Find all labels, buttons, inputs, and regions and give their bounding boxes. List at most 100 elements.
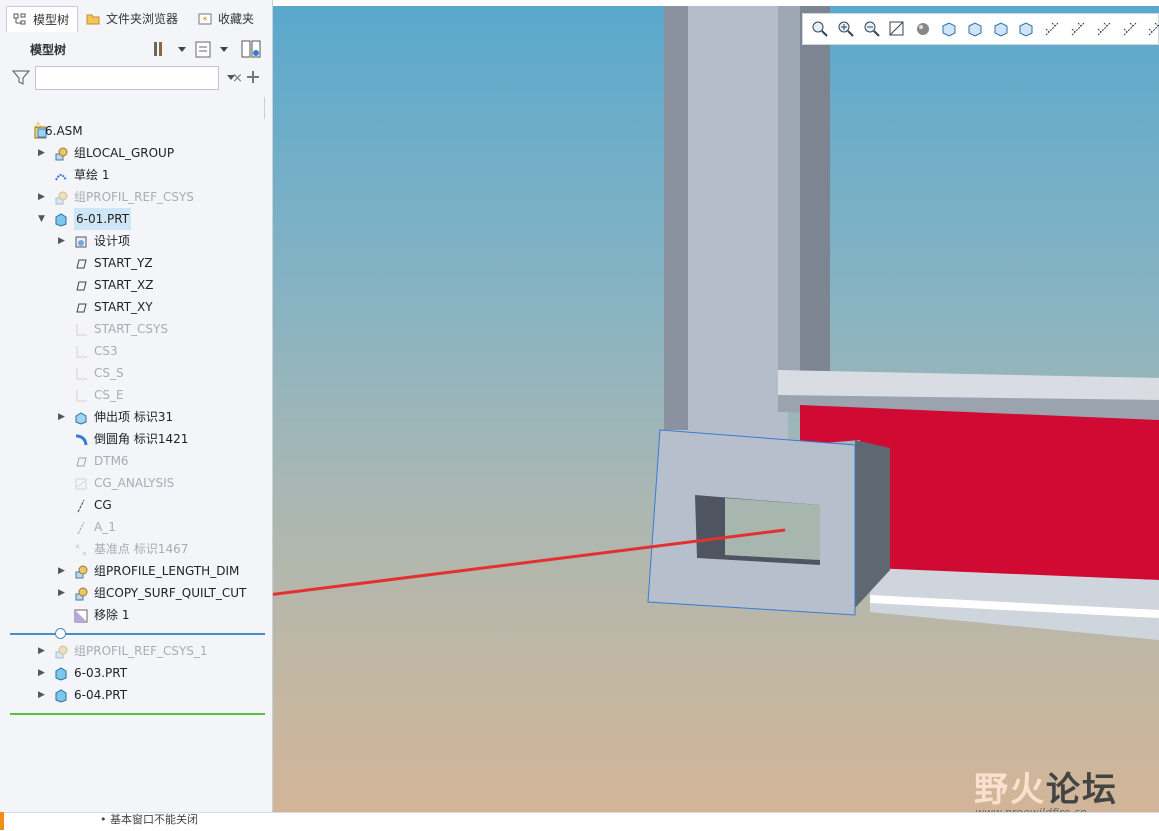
refit-icon[interactable] [811, 20, 829, 38]
repaint-icon[interactable] [888, 20, 906, 38]
tree-row[interactable]: ⚠ 6.ASM [0, 120, 265, 142]
tree-item-label: CS3 [94, 344, 118, 358]
annotation-display-icon[interactable] [1069, 20, 1087, 38]
graphics-viewport[interactable] [273, 6, 1159, 812]
search-input[interactable]: × [35, 66, 243, 90]
filter-icon[interactable] [12, 70, 30, 86]
tree-item-label: 设计项 [94, 234, 131, 248]
tree-row[interactable]: CS_E [0, 384, 265, 406]
design-item-icon [74, 234, 88, 248]
tree-item-label: 6-01.PRT [74, 208, 132, 230]
tree-row[interactable]: ▶ 伸出项 标识31 [0, 406, 265, 428]
search-dropdown-icon[interactable] [226, 74, 236, 82]
expand-toggle-icon[interactable]: ▶ [58, 582, 68, 604]
tree-item-label: START_XZ [94, 278, 154, 292]
tree-row[interactable]: 倒圆角 标识1421 [0, 428, 265, 450]
tree-item-label: CG_ANALYSIS [94, 476, 175, 490]
svg-text:*: * [203, 16, 208, 26]
tree-item-label: A_1 [94, 520, 116, 534]
expand-toggle-icon[interactable]: ▶ [58, 406, 68, 428]
datum-plane-icon [74, 278, 88, 292]
rect-hole-back [725, 498, 820, 560]
coordinate-system-icon [74, 344, 88, 358]
tree-row[interactable]: CS3 [0, 340, 265, 362]
tree-row[interactable]: ▶ 组PROFILE_LENGTH_DIM [0, 560, 265, 582]
spin-center-icon[interactable] [1095, 20, 1113, 38]
inner-post-shadow [800, 6, 830, 380]
coordinate-system-icon [74, 388, 88, 402]
expand-toggle-icon[interactable]: ▶ [58, 560, 68, 582]
tree-row[interactable]: START_XY [0, 296, 265, 318]
model-3d-view [273, 6, 1159, 640]
tree-row[interactable]: CG [0, 494, 265, 516]
plane-display-icon[interactable] [1121, 20, 1139, 38]
vertical-post-side [664, 6, 688, 430]
show-options-button[interactable] [194, 39, 230, 59]
expand-toggle-icon[interactable]: ▶ [38, 186, 48, 208]
zoom-out-icon[interactable] [863, 20, 881, 38]
expand-toggle-icon[interactable]: ▶ [58, 230, 68, 252]
tree-item-label: 基准点 标识1467 [94, 542, 189, 556]
tree-row[interactable]: ▼ 6-01.PRT [0, 208, 265, 230]
display-style-icon[interactable] [940, 20, 958, 38]
analysis-icon [74, 476, 88, 490]
tree-item-label: 组PROFILE_LENGTH_DIM [94, 564, 240, 578]
expand-toggle-icon[interactable]: ▶ [38, 684, 48, 706]
tree-row[interactable]: 移除 1 [0, 604, 265, 626]
tree-item-label: 草绘 1 [74, 168, 110, 182]
tree-item-label: 组COPY_SURF_QUILT_CUT [94, 586, 247, 600]
tree-row[interactable]: ▶ 设计项 [0, 230, 265, 252]
more-icon[interactable] [1146, 20, 1159, 38]
settings-tools-button[interactable] [152, 39, 188, 59]
tree-filter-columns-button[interactable] [240, 39, 264, 59]
tab-folder-browser[interactable]: 文件夹浏览器 [80, 6, 190, 32]
tree-row[interactable]: START_YZ [0, 252, 265, 274]
tree-item-label: START_CSYS [94, 322, 168, 336]
group-icon [54, 190, 68, 205]
tab-model-tree[interactable]: 模型树 [6, 6, 78, 32]
add-filter-icon[interactable] [246, 70, 260, 84]
tree-row[interactable]: ▶ 6-03.PRT [0, 662, 265, 684]
tab-favorites[interactable]: * 收藏夹 [192, 6, 264, 32]
coordinate-system-icon [74, 322, 88, 336]
view-manager-icon[interactable] [992, 20, 1010, 38]
tree-row[interactable]: ▶ 组LOCAL_GROUP [0, 142, 265, 164]
tree-item-label: START_YZ [94, 256, 153, 270]
expand-toggle-icon[interactable]: ▶ [38, 640, 48, 662]
expand-toggle-icon[interactable]: ▶ [38, 662, 48, 684]
tree-row[interactable]: DTM6 [0, 450, 265, 472]
tree-row[interactable]: ▶ 组COPY_SURF_QUILT_CUT [0, 582, 265, 604]
tree-row[interactable]: 基准点 标识1467 [0, 538, 265, 560]
divider [264, 97, 265, 119]
collapse-toggle-icon[interactable]: ▼ [38, 208, 48, 230]
tree-item-label: CS_E [94, 388, 124, 402]
tree-row[interactable]: CG_ANALYSIS [0, 472, 265, 494]
status-message-text: 基本窗口不能关闭 [110, 813, 198, 826]
tree-row[interactable]: CS_S [0, 362, 265, 384]
insert-here-handle[interactable] [55, 628, 66, 639]
model-tree-icon [13, 13, 26, 25]
expand-toggle-icon[interactable]: ▶ [38, 142, 48, 164]
insert-here-line[interactable] [10, 633, 265, 635]
tree-row[interactable]: 草绘 1 [0, 164, 265, 186]
tree-row[interactable]: START_CSYS [0, 318, 265, 340]
tree-item-label: 倒圆角 标识1421 [94, 432, 189, 446]
tree-row[interactable]: A_1 [0, 516, 265, 538]
group-icon [74, 586, 88, 601]
tree-item-label: 6.ASM [45, 124, 83, 138]
warning-badge-icon: ⚠ [34, 121, 43, 131]
perspective-icon[interactable] [914, 20, 932, 38]
datum-axis-icon [74, 498, 88, 513]
datum-axis-icon [74, 520, 88, 535]
tree-row[interactable]: START_XZ [0, 274, 265, 296]
group-icon [54, 644, 68, 659]
zoom-in-icon[interactable] [837, 20, 855, 38]
datum-display-icon[interactable] [1043, 20, 1061, 38]
tree-row[interactable]: ▶ 组PROFIL_REF_CSYS [0, 186, 265, 208]
tree-row[interactable]: ▶ 6-04.PRT [0, 684, 265, 706]
tree-row[interactable]: ▶ 组PROFIL_REF_CSYS_1 [0, 640, 265, 662]
section-icon[interactable] [1017, 20, 1035, 38]
saved-views-icon[interactable] [966, 20, 984, 38]
sketch-icon [54, 168, 68, 182]
tree-title: 模型树 [30, 43, 67, 57]
